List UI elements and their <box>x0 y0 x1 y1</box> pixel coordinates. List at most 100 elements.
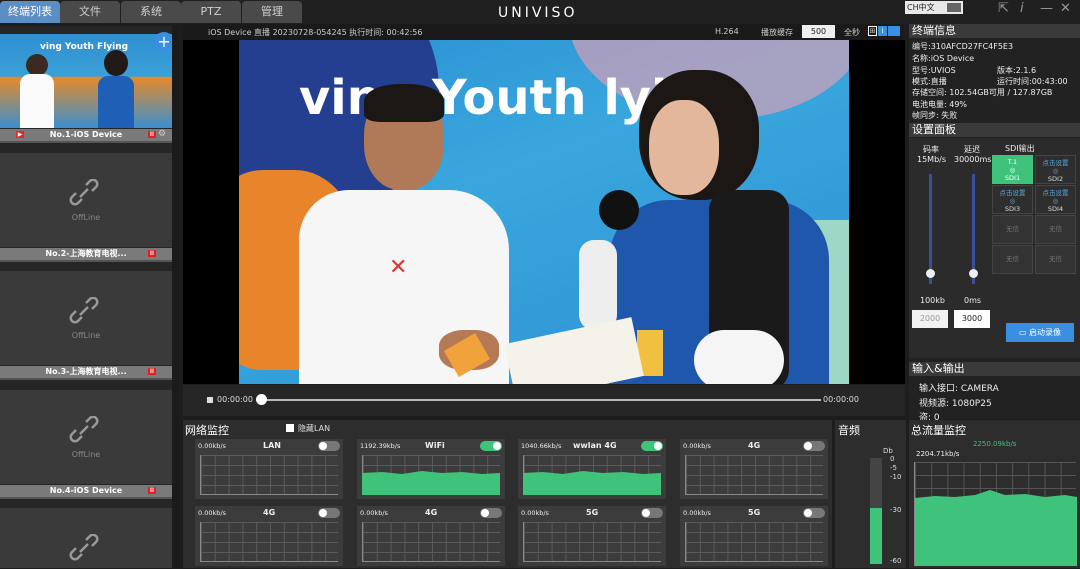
network-card: 0.00kb/s 5G <box>518 506 666 566</box>
link-broken-icon <box>69 297 99 324</box>
device-label: No.4-iOS Device <box>0 485 172 497</box>
device-list: ving Youth Flying + No.1-iOS Device ▶ Ⅲ … <box>0 26 178 568</box>
bitrate-slider[interactable] <box>929 174 932 284</box>
tab-terminal-list[interactable]: 终端列表 <box>0 1 60 23</box>
export-icon[interactable]: ⇱ <box>998 1 1009 16</box>
top-bar: 终端列表 文件 系统 PTZ 管理 UNIVISO CH中文 ⇱ i — ✕ <box>0 0 1080 24</box>
video-player[interactable]: ving Youth lying ✕ <box>183 40 905 384</box>
audio-title: 音频 <box>838 424 860 437</box>
network-speed: 1192.39kb/s <box>360 442 401 450</box>
camera-icon: ▭ <box>1018 328 1030 337</box>
sdi-slot-label: 点击设置 <box>1042 189 1069 197</box>
device-label: No.3-上海教育电视... <box>0 366 172 378</box>
flow-peak: 2250.09kb/s <box>973 440 1017 448</box>
network-toggle[interactable] <box>318 441 340 451</box>
sdi-target-icon: ◎ <box>1009 166 1016 174</box>
link-broken-icon <box>69 416 99 443</box>
record-icon: Ⅲ <box>148 487 156 494</box>
record-icon: Ⅲ <box>148 250 156 257</box>
network-name: 4G <box>748 441 761 450</box>
bitrate-slider-handle[interactable] <box>926 269 935 278</box>
sdi-slot-3[interactable]: 点击设置 ◎ SDI3 <box>992 185 1033 214</box>
sidebar-scrollbar[interactable] <box>172 26 178 568</box>
info-toggle-icon[interactable]: i <box>878 26 887 36</box>
seek-bar[interactable] <box>261 399 821 401</box>
network-card: 0.00kb/s 5G <box>680 506 828 566</box>
add-device-icon[interactable]: + <box>154 32 174 52</box>
sdi-slot-label: 无信 <box>1049 225 1062 233</box>
bitrate-input[interactable]: 2000 <box>912 310 948 328</box>
device-thumbnail: OffLine <box>0 153 172 247</box>
record-button[interactable]: ▭ 启动录像 <box>1006 323 1074 342</box>
current-time: 00:00:00 <box>217 395 253 404</box>
tab-system[interactable]: 系统 <box>121 1 181 23</box>
network-name: 5G <box>586 508 599 517</box>
network-toggle[interactable] <box>803 441 825 451</box>
sdi-slot-4[interactable]: 点击设置 ◎ SDI4 <box>1035 185 1076 214</box>
network-toggle[interactable] <box>480 508 502 518</box>
network-toggle[interactable] <box>318 508 340 518</box>
grid-view-icon[interactable]: ⊞ <box>868 26 877 36</box>
seek-handle[interactable] <box>256 394 267 405</box>
stop-icon[interactable] <box>207 397 213 403</box>
delay-slider-handle[interactable] <box>969 269 978 278</box>
network-title: 网络监控 <box>185 424 229 437</box>
network-monitor: 网络监控 隐藏LAN 0.00kb/s LAN 1192.39kb/s WiFi 104… <box>183 420 832 568</box>
audio-tick-1: -5 <box>890 464 897 472</box>
tab-ptz[interactable]: PTZ <box>181 1 241 23</box>
network-toggle[interactable] <box>803 508 825 518</box>
stream-info: iOS Device 直播 20230728-054245 执行时间: 00:4… <box>208 28 423 37</box>
sdi-slot-name: SDI3 <box>1004 205 1021 213</box>
sdi-slot-6[interactable]: 无信 <box>1035 215 1076 244</box>
sdi-slot-1[interactable]: T.1 ◎ SDI1 <box>992 155 1033 184</box>
language-dropdown-icon <box>947 3 961 12</box>
network-graph <box>685 522 823 562</box>
info-icon[interactable]: i <box>1020 1 1024 16</box>
sdi-slot-label: 无信 <box>1006 225 1019 233</box>
network-graph <box>200 522 338 562</box>
link-broken-icon <box>69 179 99 206</box>
network-card: 0.00kb/s 4G <box>357 506 505 566</box>
record-button-label: 启动录像 <box>1029 328 1062 337</box>
network-toggle[interactable] <box>480 441 502 451</box>
hide-lan-checkbox[interactable] <box>286 424 294 432</box>
network-toggle[interactable] <box>641 508 663 518</box>
minimize-icon[interactable]: — <box>1040 1 1053 16</box>
settings-gear-icon[interactable]: ⚙ <box>158 129 166 139</box>
sdi-slot-label: T.1 <box>1007 158 1018 166</box>
aspect-icon[interactable] <box>888 26 900 36</box>
codec-label: H.264 <box>715 27 739 36</box>
sdi-slot-2[interactable]: 点击设置 ◎ SDI2 <box>1035 155 1076 184</box>
sdi-target-icon: ◎ <box>1052 167 1059 175</box>
network-speed: 1040.66kb/s <box>521 442 562 450</box>
terminal-model: 型号:UVIOS <box>912 66 956 75</box>
tab-manage[interactable]: 管理 <box>242 1 302 23</box>
network-graph <box>685 455 823 495</box>
buffer-input[interactable]: 500 <box>802 25 835 38</box>
right-panel: 终端信息 编号:310AFCD27FC4F5E3 名称:iOS Device 型… <box>909 24 1080 423</box>
sdi-slot-label: 点击设置 <box>1042 159 1069 167</box>
app-logo: UNIVISO <box>498 5 578 21</box>
fullscreen-label: 全秒 <box>844 28 860 37</box>
language-select[interactable]: CH中文 <box>905 1 963 14</box>
network-card: 0.00kb/s 4G <box>195 506 343 566</box>
settings-title: 设置面板 <box>909 123 1080 137</box>
terminal-storage: 存储空间: 102.54GB可用 / 127.87GB <box>912 88 1053 97</box>
link-broken-icon <box>69 534 99 561</box>
buffer-label: 播放缓存 <box>761 28 793 37</box>
network-toggle[interactable] <box>641 441 663 451</box>
sdi-target-icon: ◎ <box>1009 197 1016 205</box>
audio-monitor: 音频 Db 0 -5 -10 -30 -60 <box>835 420 906 568</box>
banner-text: ving Youth Flying <box>40 42 129 52</box>
close-icon[interactable]: ✕ <box>1060 1 1071 16</box>
network-card: 0.00kb/s 4G <box>680 439 828 499</box>
tab-files[interactable]: 文件 <box>60 1 120 23</box>
total-flow-monitor: 总流量监控 2250.09kb/s 2204.71kb/s <box>909 420 1080 568</box>
delay-slider[interactable] <box>972 174 975 284</box>
audio-unit: Db <box>883 447 893 455</box>
sdi-slot-8[interactable]: 无信 <box>1035 245 1076 274</box>
sdi-slot-5[interactable]: 无信 <box>992 215 1033 244</box>
sdi-target-icon: ◎ <box>1052 197 1059 205</box>
sdi-slot-7[interactable]: 无信 <box>992 245 1033 274</box>
delay-input[interactable]: 3000 <box>954 310 990 328</box>
